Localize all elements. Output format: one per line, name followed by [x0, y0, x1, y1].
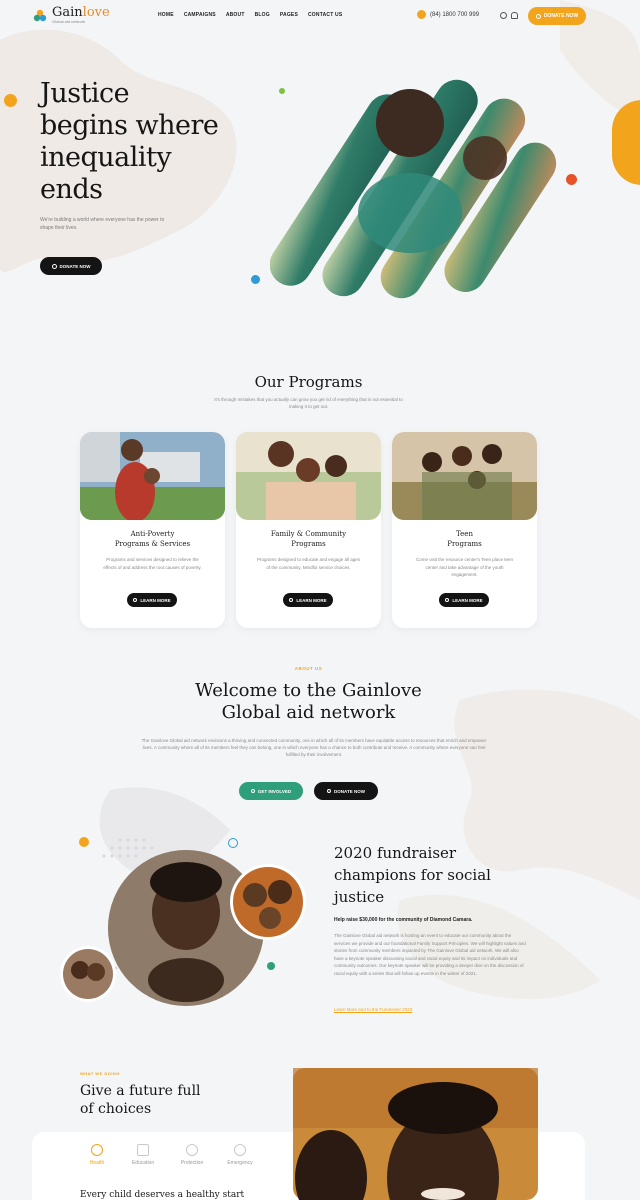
phone-icon — [417, 10, 426, 19]
header-phone[interactable]: (84) 1800 700 999 — [417, 10, 479, 19]
learn-more-button[interactable]: LEARN MORE — [439, 593, 489, 607]
phone-number: (84) 1800 700 999 — [430, 11, 480, 18]
header-donate-button[interactable]: DONATE NOW — [528, 7, 586, 25]
logo[interactable]: Gainlove Global aid network — [32, 5, 110, 24]
nav-item-campaigns[interactable]: CAMPAIGNS — [184, 12, 216, 18]
logo-mark-icon — [33, 9, 47, 21]
shield-icon — [186, 1144, 198, 1156]
future-panel-title: Every child deserves a healthy start — [80, 1190, 245, 1200]
about-text: The Gainlove Global aid network envision… — [141, 738, 487, 757]
logo-wordmark: Gainlove — [52, 5, 110, 20]
heart-pulse-icon — [91, 1144, 103, 1156]
decor-dot — [4, 94, 17, 107]
user-icon[interactable] — [511, 12, 518, 19]
arrow-icon — [289, 598, 294, 602]
program-card-text: Programs designed to educate and engage … — [256, 557, 361, 570]
learn-more-button[interactable]: LEARN MORE — [127, 593, 177, 607]
program-card-anti-poverty: Anti-Poverty Programs & Services Program… — [80, 432, 225, 628]
future-eyebrow: WHAT WE DOING — [80, 1071, 120, 1076]
nav-item-home[interactable]: HOME — [158, 12, 174, 18]
main-nav: HOME CAMPAIGNS ABOUT BLOG PAGES CONTACT … — [158, 12, 342, 18]
hero-title: Justice begins where inequality ends — [40, 78, 219, 205]
program-card-image — [236, 432, 381, 520]
about-title: Welcome to the Gainlove Global aid netwo… — [195, 680, 422, 723]
fundraiser-lead: Help raise $30,000 for the community of … — [334, 917, 473, 923]
program-card-title: Family & Community Programs — [270, 530, 347, 548]
learn-more-button[interactable]: LEARN MORE — [283, 593, 333, 607]
arrow-icon — [445, 598, 450, 602]
tab-emergency[interactable]: Emergency — [220, 1144, 260, 1166]
about-eyebrow: ABOUT US — [294, 666, 323, 671]
program-card-title: Teen Programs — [447, 530, 482, 548]
programs-title: Our Programs — [254, 373, 363, 391]
nav-item-pages[interactable]: PAGES — [280, 12, 298, 18]
decor-dot — [79, 837, 89, 847]
search-icon[interactable] — [500, 12, 507, 19]
hero-image-collage — [270, 79, 557, 299]
fundraiser-image-group — [60, 838, 306, 1006]
book-icon — [137, 1144, 149, 1156]
hand-icon — [250, 789, 255, 793]
heart-icon — [327, 789, 332, 793]
nav-item-contact[interactable]: CONTACT US — [308, 12, 342, 18]
program-card-image — [392, 432, 537, 520]
hero-donate-button[interactable]: DONATE NOW — [40, 257, 102, 275]
hero-subtitle: We're building a world where everyone ha… — [40, 217, 165, 231]
nav-item-about[interactable]: ABOUT — [226, 12, 245, 18]
fundraiser-title: 2020 fundraiser champions for social jus… — [334, 844, 491, 906]
program-card-text: Come visit the resource center's Teen pl… — [415, 557, 514, 577]
tab-health[interactable]: Health — [77, 1144, 117, 1166]
program-card-title: Anti-Poverty Programs & Services — [114, 530, 191, 548]
tab-protection[interactable]: Protection — [172, 1144, 212, 1166]
heart-icon — [51, 263, 57, 269]
tab-education[interactable]: Education — [123, 1144, 163, 1166]
fundraiser-link[interactable]: Learn More and to the Fundraiser 2020 — [334, 1007, 534, 1012]
program-card-text: Programs and services designed to reliev… — [103, 557, 202, 570]
future-title: Give a future full of choices — [80, 1083, 201, 1117]
decor-ring — [228, 838, 238, 848]
arrow-icon — [133, 598, 138, 602]
decor-dot — [267, 962, 275, 970]
program-card-teen: Teen Programs Come visit the resource ce… — [392, 432, 537, 628]
decor-dot — [251, 275, 260, 284]
programs-subtitle: It's through mistakes that you actually … — [214, 397, 403, 409]
program-card-image — [80, 432, 225, 520]
program-card-family: Family & Community Programs Programs des… — [236, 432, 381, 628]
future-photo — [293, 1068, 538, 1200]
fundraiser-body: The Gainlove Global aid network is hosti… — [334, 933, 526, 976]
alert-icon — [234, 1144, 246, 1156]
nav-item-blog[interactable]: BLOG — [255, 12, 270, 18]
get-involved-button[interactable]: GET INVOLVED — [239, 782, 303, 800]
heart-icon — [535, 13, 541, 19]
about-donate-button[interactable]: DONATE NOW — [314, 782, 378, 800]
